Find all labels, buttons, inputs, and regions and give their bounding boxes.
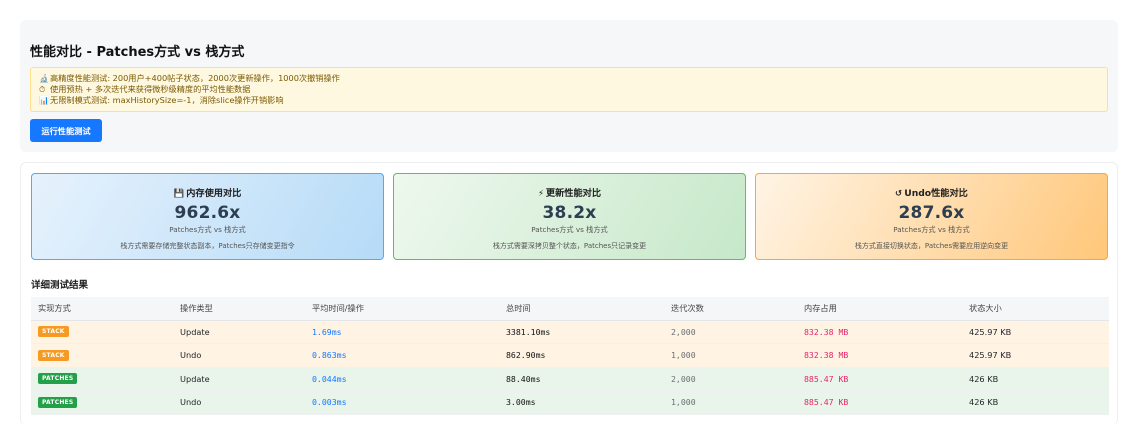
impl-badge: STACK [38,349,69,361]
column-header: 操作类型 [180,303,213,314]
column-header: 迭代次数 [671,303,704,314]
column-header: 实现方式 [38,303,71,314]
total-time-cell: 3.00ms [506,397,536,408]
update-comparison-card: ⚡ 更新性能对比 38.2x Patches方式 vs 栈方式 栈方式需要深拷贝整… [393,173,746,260]
op-cell: Undo [180,350,202,361]
impl-badge: PATCHES [38,396,78,408]
column-header: 平均时间/操作 [312,303,364,314]
avg-time-cell: 0.863ms [312,350,347,361]
impl-badge: STACK [38,326,69,338]
iterations-cell: 2,000 [671,373,696,384]
info-line: ⏱ 使用预热 + 多次迭代来获得微秒级精度的平均性能数据 [39,84,1099,95]
memory-cell: 885.47 KB [804,397,849,408]
page-title: 性能对比 - Patches方式 vs 栈方式 [30,45,245,60]
undo-comparison-card: ↺ Undo性能对比 287.6x Patches方式 vs 栈方式 栈方式直接切… [755,173,1108,260]
memory-cell: 885.47 KB [804,373,849,384]
run-test-button[interactable]: 运行性能测试 [30,119,102,142]
total-time-cell: 88.40ms [506,373,541,384]
info-text: 无限制模式测试: maxHistorySize=-1，消除slice操作开销影响 [50,95,284,105]
card-subtitle: Patches方式 vs 栈方式 [893,225,970,234]
impl-cell: STACK [38,344,69,367]
card-title: ↺ Undo性能对比 [756,185,1107,199]
card-value: 38.2x [542,203,597,223]
details-title: 详细测试结果 [31,280,89,291]
column-header: 内存占用 [804,303,837,314]
table-row: PATCHES Undo 0.003ms 3.00ms 1,000 885.47… [31,391,1109,415]
table-row: STACK Update 1.69ms 3381.10ms 2,000 832.… [31,320,1109,344]
card-subtitle: Patches方式 vs 栈方式 [531,225,608,234]
card-title-text: Undo性能对比 [904,188,968,199]
info-text: 高精度性能测试: 200用户+400帖子状态，2000次更新操作，1000次撤销… [50,73,340,83]
column-header: 总时间 [506,303,531,314]
info-line: 📊 无限制模式测试: maxHistorySize=-1，消除slice操作开销… [39,95,1099,106]
state-size-cell: 425.97 KB [969,350,1012,361]
op-cell: Undo [180,397,202,408]
lightning-icon: ⚡ [537,189,544,199]
table-header: 实现方式 操作类型 平均时间/操作 总时间 迭代次数 内存占用 状态大小 [31,297,1109,321]
memory-cell: 832.38 MB [804,350,849,361]
card-note: 栈方式需要深拷贝整个状态，Patches只记录变更 [492,242,647,250]
avg-time-cell: 0.044ms [312,373,347,384]
microscope-icon: 🔬 [39,74,49,83]
impl-cell: STACK [38,321,69,344]
table-row: STACK Undo 0.863ms 862.90ms 1,000 832.38… [31,344,1109,368]
op-cell: Update [180,373,210,384]
info-line: 🔬 高精度性能测试: 200用户+400帖子状态，2000次更新操作，1000次… [39,73,1099,84]
state-size-cell: 425.97 KB [969,326,1012,337]
info-text: 使用预热 + 多次迭代来获得微秒级精度的平均性能数据 [50,84,251,94]
timer-icon: ⏱ [39,85,46,94]
column-header: 状态大小 [969,303,1002,314]
impl-badge: PATCHES [38,373,78,385]
impl-cell: PATCHES [38,368,78,391]
card-title-text: 更新性能对比 [545,188,602,199]
iterations-cell: 1,000 [671,350,696,361]
table-row: PATCHES Update 0.044ms 88.40ms 2,000 885… [31,367,1109,391]
avg-time-cell: 0.003ms [312,397,347,408]
card-title: ⚡ 更新性能对比 [394,185,745,199]
avg-time-cell: 1.69ms [312,326,342,337]
state-size-cell: 426 KB [969,373,999,384]
card-title-text: 内存使用对比 [186,188,242,199]
info-notice: 🔬 高精度性能测试: 200用户+400帖子状态，2000次更新操作，1000次… [30,67,1108,112]
iterations-cell: 2,000 [671,326,696,337]
results-panel: 💾 内存使用对比 962.6x Patches方式 vs 栈方式 栈方式需要存储完… [20,162,1118,425]
floppy-disk-icon: 💾 [173,189,185,199]
card-note: 栈方式直接切换状态，Patches需要应用逆向变更 [854,242,1009,250]
op-cell: Update [180,326,210,337]
memory-cell: 832.38 MB [804,326,849,337]
total-time-cell: 3381.10ms [506,326,551,337]
impl-cell: PATCHES [38,391,78,414]
card-subtitle: Patches方式 vs 栈方式 [169,225,246,234]
memory-comparison-card: 💾 内存使用对比 962.6x Patches方式 vs 栈方式 栈方式需要存储完… [31,173,384,260]
test-control-panel: 性能对比 - Patches方式 vs 栈方式 🔬 高精度性能测试: 200用户… [20,20,1118,152]
state-size-cell: 426 KB [969,397,999,408]
card-title: 💾 内存使用对比 [32,185,383,199]
card-value: 287.6x [898,203,965,223]
bar-chart-icon: 📊 [39,96,49,105]
total-time-cell: 862.90ms [506,350,546,361]
results-table: 实现方式 操作类型 平均时间/操作 总时间 迭代次数 内存占用 状态大小 STA… [31,297,1109,415]
undo-icon: ↺ [895,189,903,199]
iterations-cell: 1,000 [671,397,696,408]
card-value: 962.6x [174,203,241,223]
card-note: 栈方式需要存储完整状态副本，Patches只存储变更指令 [120,242,295,250]
